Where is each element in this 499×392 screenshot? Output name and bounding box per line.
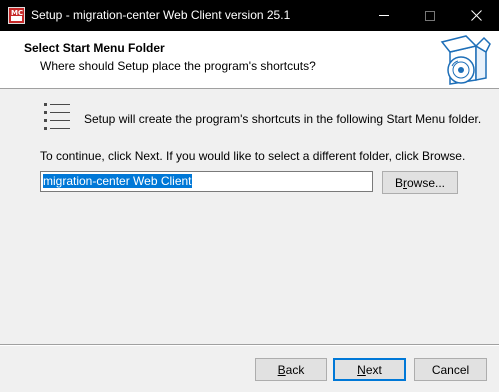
footer-divider-highlight [0, 345, 499, 346]
page-subtitle: Where should Setup place the program's s… [40, 59, 316, 73]
close-button[interactable] [453, 0, 499, 31]
list-icon [44, 103, 70, 130]
back-label-rest: ack [285, 362, 305, 377]
setup-box-cd-icon [440, 35, 491, 85]
wizard-header: Select Start Menu Folder Where should Se… [0, 31, 499, 89]
title-bar[interactable]: MC Setup - migration-center Web Client v… [0, 0, 499, 31]
page-title: Select Start Menu Folder [24, 41, 165, 55]
browse-label-pre: B [394, 175, 403, 190]
maximize-icon [425, 10, 435, 21]
minimize-icon [379, 15, 389, 16]
continue-instructions: To continue, click Next. If you would li… [40, 149, 466, 163]
next-label-accel: N [357, 362, 366, 377]
info-text: Setup will create the program's shortcut… [84, 112, 482, 126]
app-icon[interactable]: MC [8, 7, 25, 24]
cancel-button[interactable]: Cancel [414, 358, 487, 381]
back-button[interactable]: Back [255, 358, 327, 381]
back-label-accel: B [277, 362, 286, 377]
cancel-label: Cancel [431, 362, 470, 377]
folder-input-value: migration-center Web Client [43, 174, 192, 188]
browse-label-post: owse... [407, 175, 446, 190]
next-label-rest: ext [365, 362, 382, 377]
window-title: Setup - migration-center Web Client vers… [31, 8, 291, 22]
minimize-button[interactable] [361, 0, 407, 31]
browse-button[interactable]: Br owse... [382, 171, 458, 194]
start-menu-folder-input[interactable]: migration-center Web Client [40, 171, 373, 192]
close-icon [470, 10, 482, 21]
next-button[interactable]: Next [333, 358, 406, 381]
maximize-button[interactable] [407, 0, 453, 31]
